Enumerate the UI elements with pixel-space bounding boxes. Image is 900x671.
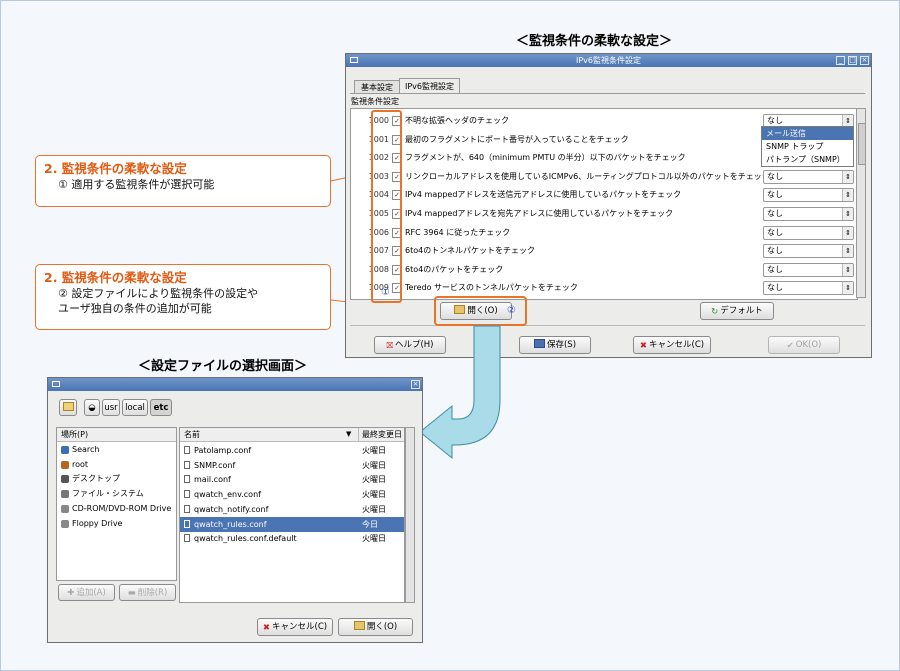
file-name: Patolamp.conf bbox=[194, 446, 252, 455]
col-modified[interactable]: 最終変更日 bbox=[358, 428, 402, 441]
file-row[interactable]: qwatch_env.conf 火曜日 bbox=[180, 487, 404, 502]
file-row[interactable]: Patolamp.conf 火曜日 bbox=[180, 443, 404, 458]
file-row[interactable]: qwatch_rules.conf.default 火曜日 bbox=[180, 531, 404, 546]
place-item[interactable]: ファイル・システム bbox=[57, 487, 176, 501]
file-name: qwatch_notify.conf bbox=[194, 504, 269, 514]
file-name: qwatch_rules.conf bbox=[194, 519, 267, 529]
place-item[interactable]: Search bbox=[57, 443, 176, 457]
dialog-cancel-button[interactable]: ✖ キャンセル(C) bbox=[257, 618, 333, 636]
files-header: 名前 ▼ 最終変更日 bbox=[180, 428, 404, 442]
file-modified: 今日 bbox=[362, 519, 378, 529]
file-modified: 火曜日 bbox=[362, 534, 386, 544]
close-icon[interactable]: × bbox=[411, 380, 420, 389]
path-local[interactable]: local bbox=[122, 399, 148, 416]
file-name: SNMP.conf bbox=[194, 460, 236, 470]
floppy-icon bbox=[61, 519, 69, 528]
file-name: mail.conf bbox=[194, 475, 231, 485]
places-pane: 場所(P) Search root デスクトップファイル・システム CD-ROM/DV… bbox=[56, 427, 177, 581]
cdrom-icon bbox=[61, 504, 69, 513]
place-label: Search bbox=[72, 445, 100, 454]
place-item[interactable]: CD-ROM/DVD-ROM Drive bbox=[57, 502, 176, 516]
file-dialog-titlebar: × bbox=[48, 378, 422, 391]
file-name: qwatch_env.conf bbox=[194, 490, 261, 500]
remove-icon: ▬ bbox=[127, 588, 136, 598]
file-name: qwatch_rules.conf.default bbox=[194, 534, 297, 544]
place-item[interactable]: root bbox=[57, 458, 176, 472]
search-icon bbox=[61, 446, 69, 454]
file-modified: 火曜日 bbox=[362, 504, 386, 514]
remove-place-button[interactable]: ▬ 削除(R) bbox=[119, 584, 176, 601]
file-row[interactable]: qwatch_notify.conf 火曜日 bbox=[180, 502, 404, 517]
place-label: デスクトップ bbox=[72, 474, 120, 484]
places-header: 場所(P) bbox=[57, 428, 176, 442]
file-modified: 火曜日 bbox=[362, 490, 386, 500]
sort-arrow-icon[interactable]: ▼ bbox=[346, 428, 351, 441]
file-icon bbox=[184, 490, 190, 499]
file-icon bbox=[184, 475, 190, 484]
place-label: ファイル・システム bbox=[72, 489, 144, 499]
home-icon bbox=[61, 460, 69, 469]
place-label: CD-ROM/DVD-ROM Drive bbox=[72, 503, 172, 513]
edit-location-button[interactable] bbox=[59, 399, 77, 416]
file-icon bbox=[184, 519, 190, 528]
path-back-button[interactable]: ◒ bbox=[84, 399, 100, 416]
place-label: root bbox=[72, 459, 89, 469]
files-pane: 名前 ▼ 最終変更日 Patolamp.conf 火曜日 SNMP.conf 火曜日 m… bbox=[179, 427, 405, 603]
col-name[interactable]: 名前 bbox=[184, 428, 200, 441]
place-label: Floppy Drive bbox=[72, 518, 123, 528]
window-menu-icon[interactable] bbox=[52, 381, 60, 387]
edit-icon bbox=[62, 402, 74, 411]
place-item[interactable]: デスクトップ bbox=[57, 472, 176, 486]
place-item[interactable]: Floppy Drive bbox=[57, 517, 176, 531]
folder-icon bbox=[353, 621, 365, 630]
file-icon bbox=[184, 504, 190, 513]
dialog-open-button[interactable]: 開く(O) bbox=[338, 618, 413, 636]
file-icon bbox=[184, 460, 190, 469]
add-label: 追加(A) bbox=[76, 588, 106, 598]
dialog-cancel-label: キャンセル(C) bbox=[272, 622, 328, 632]
file-row[interactable]: qwatch_rules.conf 今日 bbox=[180, 516, 404, 532]
add-place-button[interactable]: ✚ 追加(A) bbox=[58, 584, 115, 601]
file-icon bbox=[184, 446, 190, 454]
cancel-icon: ✖ bbox=[262, 623, 271, 633]
file-icon bbox=[184, 534, 190, 543]
path-etc[interactable]: etc bbox=[150, 399, 172, 416]
filesystem-icon bbox=[61, 490, 69, 499]
drive-icon: ◒ bbox=[88, 403, 96, 413]
add-icon: ✚ bbox=[67, 588, 75, 598]
desktop-icon bbox=[61, 475, 69, 484]
file-row[interactable]: SNMP.conf 火曜日 bbox=[180, 458, 404, 473]
file-row[interactable]: mail.conf 火曜日 bbox=[180, 472, 404, 487]
path-usr[interactable]: usr bbox=[102, 399, 120, 416]
file-modified: 火曜日 bbox=[362, 446, 386, 455]
remove-label: 削除(R) bbox=[137, 588, 168, 598]
file-select-dialog: × ◒ usr local etc 場所(P) Search root デスクトップ… bbox=[47, 377, 423, 643]
files-scrollbar[interactable] bbox=[405, 427, 415, 603]
file-modified: 火曜日 bbox=[362, 460, 386, 470]
dialog-open-label: 開く(O) bbox=[366, 622, 398, 632]
file-modified: 火曜日 bbox=[362, 475, 386, 485]
